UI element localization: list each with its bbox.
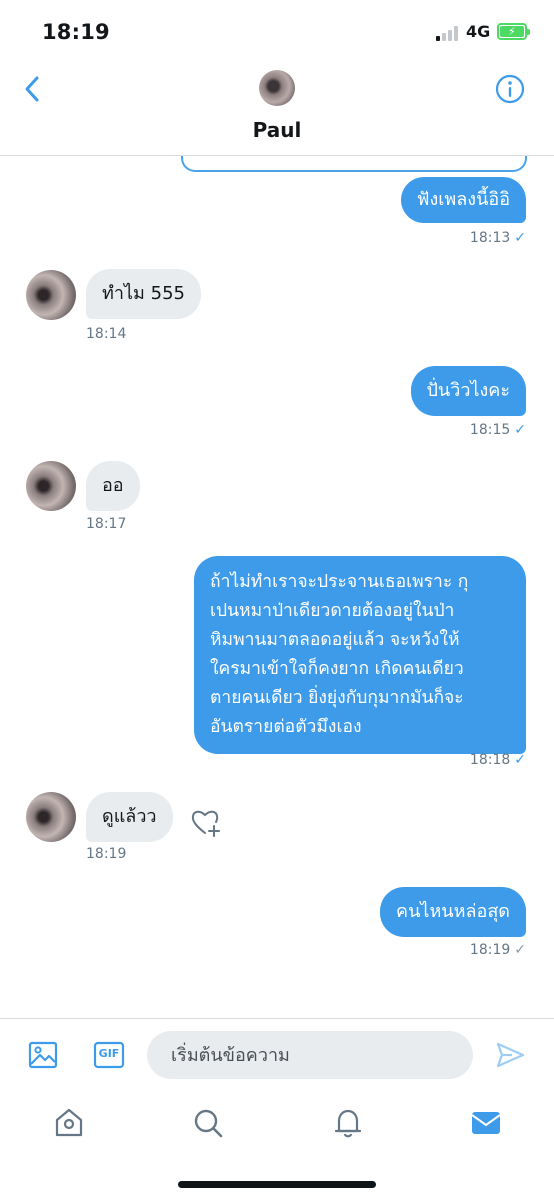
- message-text: ดูแล้วว: [102, 806, 157, 827]
- read-receipt-icon: ✓: [514, 752, 526, 768]
- sender-avatar[interactable]: [26, 461, 76, 511]
- messages-mail-icon: [471, 1112, 501, 1134]
- add-reaction-button[interactable]: [190, 806, 224, 840]
- image-icon: [28, 1041, 58, 1069]
- info-icon: [495, 74, 525, 104]
- conversation-info-button[interactable]: [494, 73, 526, 105]
- back-button[interactable]: [18, 74, 48, 104]
- sent-receipt-icon: ✓: [514, 942, 526, 958]
- notifications-bell-icon: [334, 1109, 362, 1138]
- read-receipt-icon: ✓: [514, 230, 526, 246]
- bottom-tab-bar: [0, 1092, 554, 1162]
- tab-messages[interactable]: [469, 1106, 503, 1140]
- message-line: เปนหมาป่าเดียวดายต้องอยู่ในป่า: [210, 601, 455, 621]
- message-text: ปั่นวิวไงคะ: [426, 380, 511, 401]
- message-time: 18:19: [469, 942, 511, 958]
- gif-label: GIF: [98, 1047, 120, 1060]
- message-bubble-incoming[interactable]: ทำไม 555: [86, 269, 201, 319]
- message-line: ตายคนเดียว ยิ่งยุ่งกับกุมากมันก็จะ: [210, 688, 464, 708]
- message-time: 18:18: [469, 752, 511, 768]
- shared-link-card[interactable]: [181, 156, 527, 172]
- heart-add-icon: [191, 810, 220, 837]
- message-meta: 18:15 ✓: [470, 422, 526, 438]
- message-bubble-outgoing[interactable]: ถ้าไม่ทำเราจะประจานเธอเพราะ กุ เปนหมาป่า…: [194, 556, 526, 754]
- message-line: อันตรายต่อตัวมึงเอง: [210, 717, 362, 737]
- conversation-header: Paul: [0, 62, 554, 156]
- chevron-left-icon: [25, 76, 39, 102]
- sender-avatar[interactable]: [26, 792, 76, 842]
- sender-avatar[interactable]: [26, 270, 76, 320]
- message-text: คนไหนหล่อสุด: [396, 901, 510, 922]
- cellular-signal-icon: [436, 25, 460, 41]
- message-line: ถ้าไม่ทำเราจะประจานเธอเพราะ กุ: [210, 572, 469, 592]
- status-time: 18:19: [42, 20, 110, 44]
- message-bubble-outgoing[interactable]: ปั่นวิวไงคะ: [410, 366, 526, 416]
- add-gif-button[interactable]: GIF: [93, 1039, 125, 1071]
- read-receipt-icon: ✓: [514, 422, 526, 438]
- message-bubble-outgoing[interactable]: คนไหนหล่อสุด: [380, 887, 526, 937]
- message-meta: 18:19 ✓: [470, 942, 526, 958]
- message-time: 18:19: [86, 846, 127, 862]
- message-thread[interactable]: ฟังเพลงนี้อิอิ 18:13 ✓ ทำไม 555 18:14 ปั่…: [0, 156, 554, 1018]
- contact-avatar[interactable]: [259, 70, 295, 106]
- message-composer: GIF: [0, 1018, 554, 1092]
- add-photo-button[interactable]: [27, 1039, 59, 1071]
- battery-icon: ⚡: [497, 23, 530, 40]
- message-line: หิมพานมาตลอดอยู่แล้ว จะหวังให้: [210, 630, 460, 650]
- message-time: 18:13: [469, 230, 511, 246]
- message-bubble-incoming[interactable]: ออ: [86, 461, 140, 511]
- message-bubble-outgoing[interactable]: ฟังเพลงนี้อิอิ: [400, 177, 526, 223]
- tab-home[interactable]: [52, 1106, 86, 1140]
- message-bubble-incoming[interactable]: ดูแล้วว: [86, 792, 173, 842]
- message-time: 18:14: [86, 326, 127, 342]
- home-icon: [55, 1108, 83, 1137]
- send-icon: [496, 1042, 525, 1068]
- message-time: 18:15: [469, 422, 511, 438]
- message-input[interactable]: [147, 1031, 473, 1079]
- message-text: ออ: [102, 475, 124, 496]
- search-icon: [194, 1109, 223, 1138]
- send-button[interactable]: [494, 1039, 526, 1071]
- tab-notifications[interactable]: [331, 1106, 365, 1140]
- status-bar: 18:19 4G ⚡: [0, 0, 554, 62]
- message-meta: 18:18 ✓: [470, 752, 526, 768]
- network-type: 4G: [466, 22, 491, 41]
- message-text: ฟังเพลงนี้อิอิ: [416, 189, 510, 210]
- contact-name[interactable]: Paul: [0, 118, 554, 142]
- home-indicator[interactable]: [178, 1181, 376, 1188]
- message-line: ใครมาเข้าใจก็คงยาก เกิดคนเดียว: [210, 659, 464, 679]
- message-text: ทำไม 555: [102, 283, 185, 304]
- message-meta: 18:13 ✓: [470, 230, 526, 246]
- tab-search[interactable]: [191, 1106, 225, 1140]
- message-time: 18:17: [86, 516, 127, 532]
